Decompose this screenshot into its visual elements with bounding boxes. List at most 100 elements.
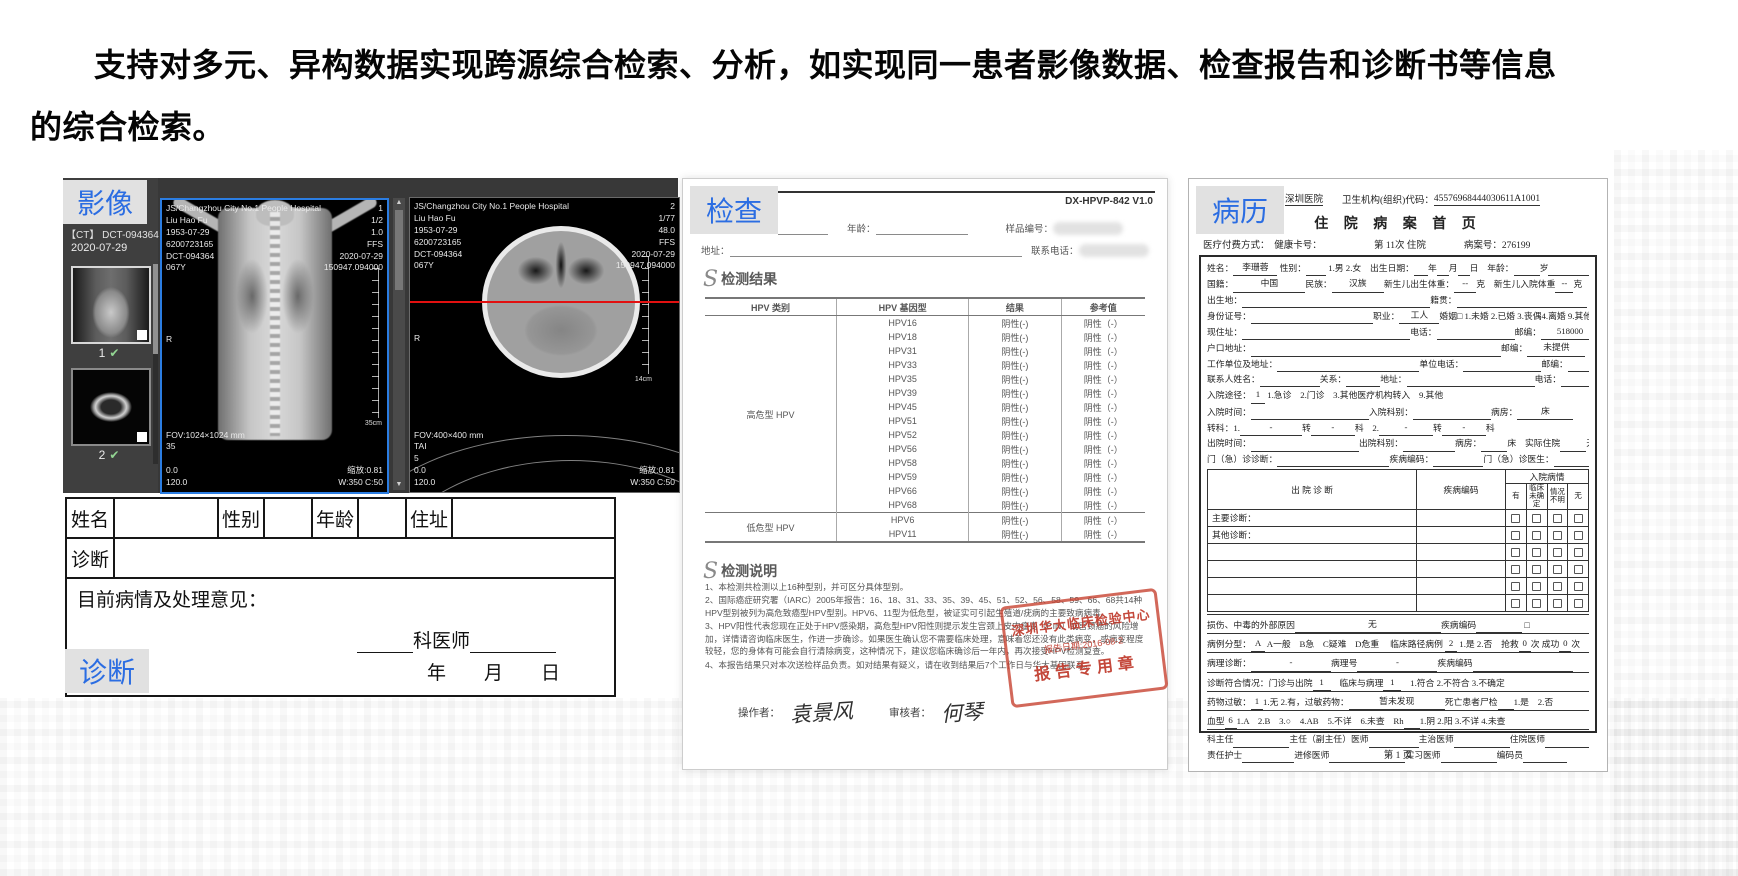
field-text: 主任（副主任）医师 <box>1289 732 1368 747</box>
blurred-value <box>1079 244 1149 257</box>
table-cell: 阴性（-） <box>1061 414 1145 428</box>
checkbox-icon <box>1574 582 1583 591</box>
series-date: 2020-07-29 <box>71 242 127 254</box>
field-value <box>1458 265 1470 276</box>
scroll-down-icon[interactable]: ▼ <box>396 480 403 490</box>
record-field-line: 户口地址：邮编：未提供 <box>1207 340 1589 356</box>
field-value: 45576968444030611A1001 <box>1434 194 1540 206</box>
field-text: □ <box>1522 618 1530 633</box>
field-value <box>359 499 407 537</box>
field-text: 床 实际住院 <box>1507 436 1560 451</box>
field-value <box>1251 441 1359 452</box>
table-row <box>1208 543 1589 560</box>
series-sidebar: 【CT】 DCT-094364 2020-07-29 1✔ 2✔ <box>63 178 158 493</box>
checkbox-icon <box>1532 548 1541 557</box>
field-text: 诊断符合情况：门诊与出院 <box>1207 676 1313 691</box>
record-field-line: 现住址：电话：邮编：518000 <box>1207 324 1589 340</box>
field-value: - <box>1442 420 1486 436</box>
field-value: 518000 <box>1541 324 1589 340</box>
record-field-line: 病理诊断：-病理号-疾病编码 <box>1207 652 1589 671</box>
field-value: - <box>1311 420 1355 436</box>
field-value <box>1561 376 1589 387</box>
text-line: 1953-07-29 <box>414 225 569 237</box>
label-diagnosis: 诊断 <box>65 649 149 693</box>
field-text: 籍贯： <box>1430 293 1456 308</box>
checkbox-icon <box>1574 531 1583 540</box>
code-cell <box>1417 543 1506 560</box>
table-cell: 阴性（-） <box>1061 330 1145 344</box>
field-text: 科 2. <box>1355 421 1379 436</box>
scrollbar-thumb[interactable] <box>395 210 403 290</box>
table-cell: 阴性(-) <box>969 428 1061 442</box>
field-label: 住址 <box>407 499 453 537</box>
column-header: HPV 类别 <box>705 298 837 316</box>
diagnosis-label-cell: 主要诊断： <box>1208 509 1417 526</box>
text-line: 35 <box>166 441 245 453</box>
background-pattern <box>1614 150 1738 876</box>
checkbox-cell <box>1526 543 1547 560</box>
field-text: 性别： <box>1277 261 1306 276</box>
field-value <box>1554 456 1589 467</box>
scroll-up-icon[interactable]: ▲ <box>396 198 403 208</box>
record-fields: 姓名：李珊蓉 性别： 1.男 2.女 出生日期：年月日 年龄：岁国籍：中国民族：… <box>1207 260 1589 467</box>
date-line: 年 月 日 <box>427 658 560 685</box>
thumbnail-1[interactable] <box>71 266 151 344</box>
field-value <box>453 499 614 537</box>
field-value: 床 <box>1517 404 1573 420</box>
viewer-pane-scout[interactable]: JS/Changzhou City No.1 People HospitalLi… <box>160 198 389 494</box>
field-text: 疾病编码 <box>1437 656 1472 671</box>
thumbnail-2[interactable] <box>71 368 151 446</box>
field-text: 1.符合 2.不符合 3.不确定 <box>1401 676 1504 691</box>
field-value <box>1242 329 1410 340</box>
table-cell: HPV59 <box>837 470 969 484</box>
field-value <box>1437 329 1515 340</box>
record-field-line: 姓名：李珊蓉 性别： 1.男 2.女 出生日期：年月日 年龄：岁 <box>1207 260 1589 276</box>
checkbox-cell <box>1506 560 1527 577</box>
field-text: 1.男 2.女 出生日期： <box>1326 261 1414 276</box>
record-field-line: 损伤、中毒的外部原因 无疾病编码 □ <box>1207 614 1589 633</box>
table-cell: HPV35 <box>837 372 969 386</box>
checkbox-cell <box>1568 526 1589 543</box>
checkbox-cell <box>1506 543 1527 560</box>
text-line: 6200723165 <box>414 237 569 249</box>
checkbox-icon <box>1532 514 1541 523</box>
field-value <box>1407 376 1535 387</box>
table-cell: 阴性（-） <box>1061 442 1145 456</box>
checkbox-cell <box>1526 509 1547 526</box>
field-text: 主治医师 <box>1419 732 1454 747</box>
field-text: 住院医师 <box>1510 732 1545 747</box>
checkbox-icon <box>1553 514 1562 523</box>
table-cell: 阴性（-） <box>1061 456 1145 470</box>
field-text: 病房： <box>1455 436 1481 451</box>
diagnosis-label-cell <box>1208 543 1417 560</box>
checkbox-cell <box>1506 509 1527 526</box>
checkbox-cell <box>1568 509 1589 526</box>
field-value: 汉族 <box>1332 276 1384 292</box>
label-record: 病历 <box>1196 186 1284 234</box>
table-cell: 阴性（-） <box>1061 428 1145 442</box>
report-field-line: 年龄： 样品编号： <box>778 221 1123 235</box>
record-main-box: 姓名：李珊蓉 性别： 1.男 2.女 出生日期：年月日 年龄：岁国籍：中国民族：… <box>1199 255 1597 733</box>
text-line: TAI <box>414 441 483 453</box>
table-cell: HPV16 <box>837 316 969 331</box>
field-text: 入院时间： <box>1207 405 1251 420</box>
viewer-pane-axial[interactable]: JS/Changzhou City No.1 People HospitalLi… <box>409 197 680 493</box>
text-line <box>166 453 245 465</box>
table-cell: 阴性(-) <box>969 527 1061 542</box>
text-line: Liu Hao Fu <box>166 215 321 227</box>
checkbox-cell <box>1506 577 1527 594</box>
field-value: - <box>1379 420 1433 436</box>
field-value <box>1403 441 1455 452</box>
thumbnail-1-label: 1✔ <box>63 346 155 360</box>
table-cell: 阴性(-) <box>969 386 1061 400</box>
viewer-scrollbar[interactable]: ▲ ▼ <box>393 198 405 490</box>
scrollbar-thumb[interactable] <box>153 264 158 354</box>
field-text: A一般 B急 C疑难 D危重 临床路径病例 <box>1265 637 1445 652</box>
table-cell: 阴性(-) <box>969 442 1061 456</box>
field-text: 身份证号： <box>1207 309 1251 324</box>
sidebar-scrollbar[interactable] <box>153 264 158 464</box>
field-value <box>1498 699 1514 710</box>
table-row: 低危型 HPVHPV6阴性(-)阴性（-） <box>705 513 1145 528</box>
document-code: DX-HPVP-842 V1.0 <box>1065 196 1153 207</box>
thumbnail-number: 1 <box>99 346 106 360</box>
